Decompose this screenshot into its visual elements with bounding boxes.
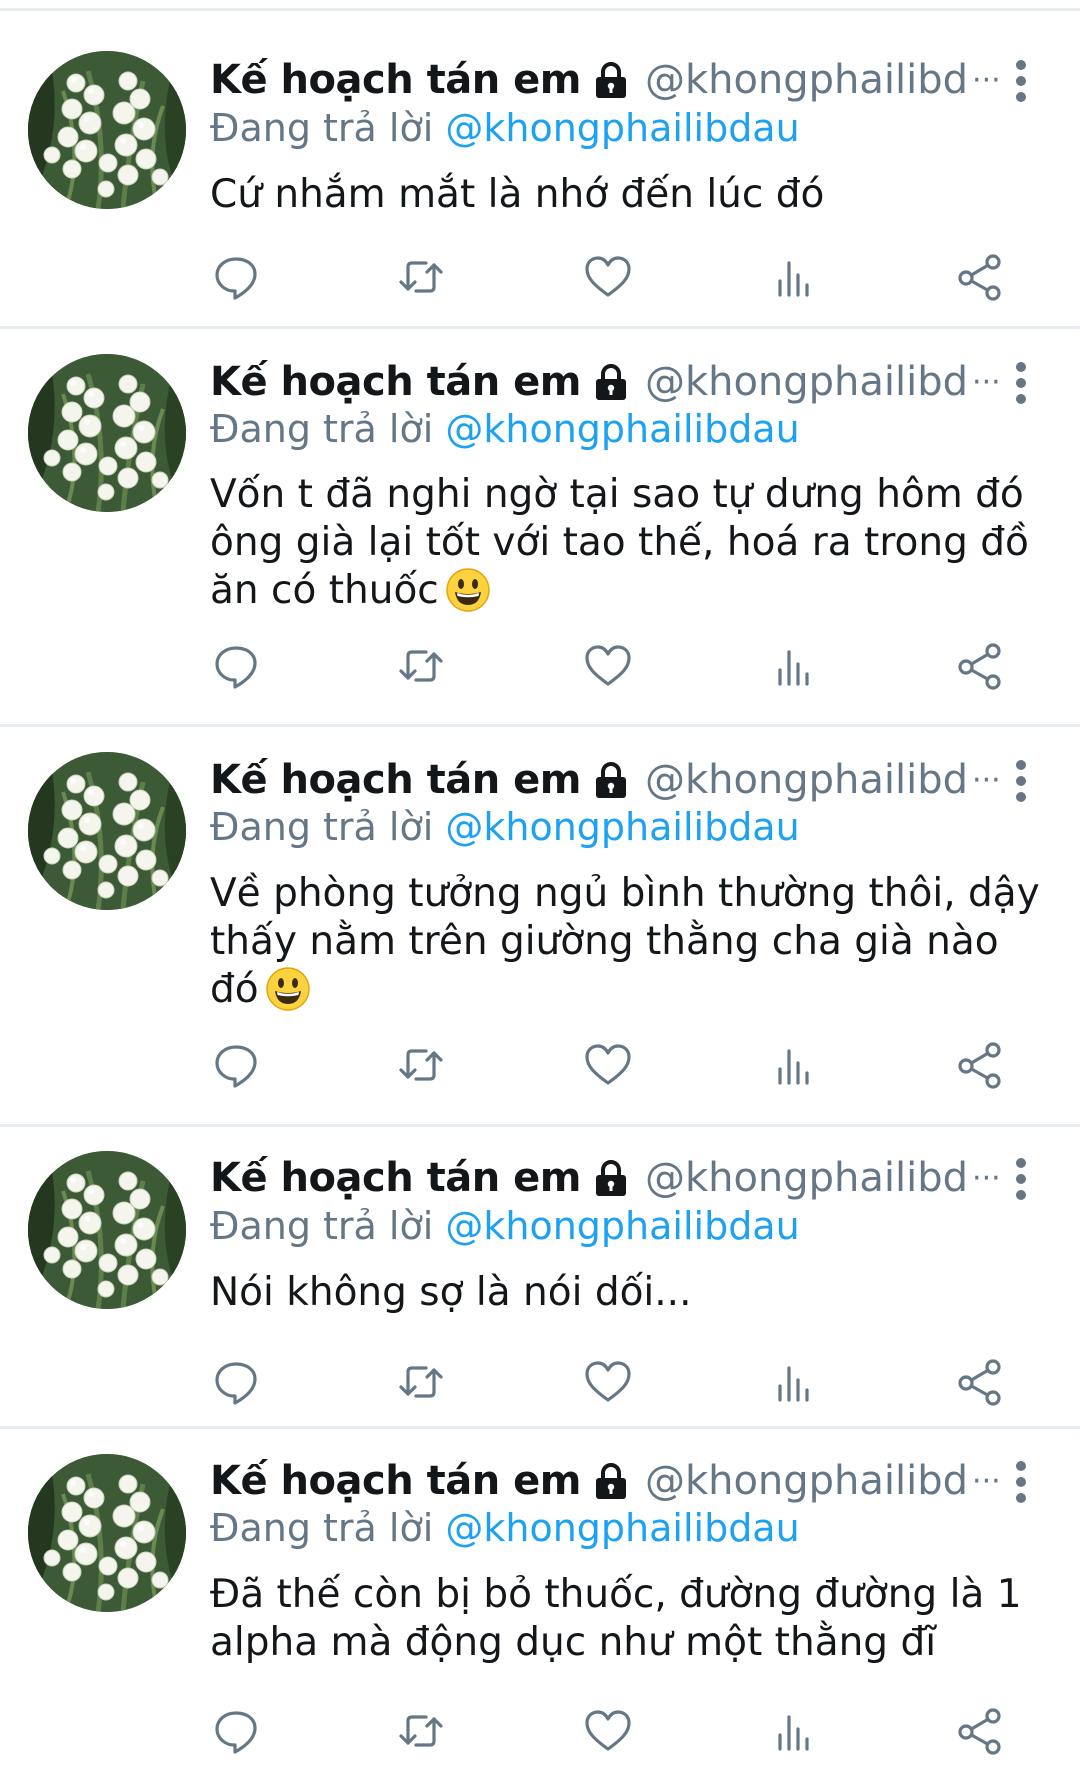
lock-icon — [591, 60, 631, 100]
handle[interactable]: @khongphailibd — [645, 359, 968, 405]
handle-ellipsis: ··· — [972, 762, 1001, 798]
analytics-icon[interactable] — [768, 640, 820, 692]
replying-prefix: Đang trả lời — [210, 1506, 446, 1550]
reply-icon[interactable] — [210, 1039, 262, 1091]
action-bar — [210, 1356, 1010, 1408]
reply-icon[interactable] — [210, 1705, 262, 1757]
tweet-text-content: Vốn t đã nghi ngờ tại sao tự dưng hôm đó… — [210, 472, 1029, 613]
tweet-text-content: Về phòng tưởng ngủ bình thường thôi, dậy… — [210, 871, 1040, 1012]
replying-prefix: Đang trả lời — [210, 106, 446, 150]
tweet-text-content: Đã thế còn bị bỏ thuốc, đường đường là 1… — [210, 1572, 1022, 1665]
retweet-icon[interactable] — [395, 1356, 447, 1408]
analytics-icon[interactable] — [768, 1705, 820, 1757]
tweet-header: Kế hoạch tán em @khongphailibd ··· — [210, 1153, 1050, 1203]
replying-to-mention[interactable]: @khongphailibdau — [445, 407, 799, 451]
tweet-1[interactable]: Kế hoạch tán em @khongphailibd ··· Đang … — [0, 11, 1080, 329]
heart-icon[interactable] — [582, 251, 634, 303]
tweet-text: Đã thế còn bị bỏ thuốc, đường đường là 1… — [210, 1571, 1040, 1667]
handle-ellipsis: ··· — [972, 364, 1001, 400]
retweet-icon[interactable] — [395, 1705, 447, 1757]
handle-ellipsis: ··· — [972, 1160, 1001, 1196]
tweet-4[interactable]: Kế hoạch tán em @khongphailibd ··· Đang … — [0, 1127, 1080, 1427]
tweet-text-content: Nói không sợ là nói dối... — [210, 1270, 692, 1315]
grinning-face-emoji — [265, 966, 311, 1012]
lock-icon — [591, 1461, 631, 1501]
action-bar — [210, 251, 1010, 303]
avatar[interactable] — [28, 354, 186, 512]
replying-to-mention[interactable]: @khongphailibdau — [445, 106, 799, 150]
replying-to-mention[interactable]: @khongphailibdau — [445, 805, 799, 849]
handle[interactable]: @khongphailibd — [645, 757, 968, 803]
action-bar — [210, 1039, 1010, 1091]
handle[interactable]: @khongphailibd — [645, 57, 968, 103]
more-vertical-icon[interactable] — [1014, 59, 1028, 103]
reply-icon[interactable] — [210, 251, 262, 303]
grinning-face-emoji — [445, 567, 491, 613]
replying-prefix: Đang trả lời — [210, 407, 446, 451]
display-name[interactable]: Kế hoạch tán em — [210, 359, 581, 405]
action-bar — [210, 640, 1010, 692]
display-name[interactable]: Kế hoạch tán em — [210, 57, 581, 103]
replying-prefix: Đang trả lời — [210, 805, 446, 849]
avatar[interactable] — [28, 752, 186, 910]
reply-icon[interactable] — [210, 640, 262, 692]
share-icon[interactable] — [955, 251, 1007, 303]
more-vertical-icon[interactable] — [1014, 759, 1028, 803]
reply-icon[interactable] — [210, 1356, 262, 1408]
handle-ellipsis: ··· — [972, 1463, 1001, 1499]
handle[interactable]: @khongphailibd — [645, 1458, 968, 1504]
tweet-header: Kế hoạch tán em @khongphailibd ··· — [210, 755, 1050, 805]
display-name[interactable]: Kế hoạch tán em — [210, 1155, 581, 1201]
share-icon[interactable] — [955, 1039, 1007, 1091]
more-vertical-icon[interactable] — [1014, 361, 1028, 405]
avatar[interactable] — [28, 1454, 186, 1612]
more-vertical-icon[interactable] — [1014, 1157, 1028, 1201]
analytics-icon[interactable] — [768, 251, 820, 303]
tweet-text: Cứ nhắm mắt là nhớ đến lúc đó — [210, 171, 1040, 219]
heart-icon[interactable] — [582, 1356, 634, 1408]
tweet-text-content: Cứ nhắm mắt là nhớ đến lúc đó — [210, 172, 825, 217]
display-name[interactable]: Kế hoạch tán em — [210, 1458, 581, 1504]
analytics-icon[interactable] — [768, 1356, 820, 1408]
replying-to-mention[interactable]: @khongphailibdau — [445, 1506, 799, 1550]
tweet-header: Kế hoạch tán em @khongphailibd ··· — [210, 55, 1050, 105]
share-icon[interactable] — [955, 1705, 1007, 1757]
action-bar — [210, 1705, 1010, 1757]
analytics-icon[interactable] — [768, 1039, 820, 1091]
tweet-text: Vốn t đã nghi ngờ tại sao tự dưng hôm đó… — [210, 471, 1040, 615]
replying-to-line: Đang trả lời @khongphailibdau — [210, 805, 800, 853]
tweet-2[interactable]: Kế hoạch tán em @khongphailibd ··· Đang … — [0, 329, 1080, 726]
share-icon[interactable] — [955, 640, 1007, 692]
retweet-icon[interactable] — [395, 251, 447, 303]
lock-icon — [591, 1158, 631, 1198]
replying-to-mention[interactable]: @khongphailibdau — [445, 1204, 799, 1248]
tweet-header: Kế hoạch tán em @khongphailibd ··· — [210, 357, 1050, 407]
replying-prefix: Đang trả lời — [210, 1204, 446, 1248]
replying-to-line: Đang trả lời @khongphailibdau — [210, 1506, 800, 1554]
replying-to-line: Đang trả lời @khongphailibdau — [210, 106, 800, 154]
more-vertical-icon[interactable] — [1014, 1460, 1028, 1504]
avatar[interactable] — [28, 1151, 186, 1309]
lock-icon — [591, 760, 631, 800]
replying-to-line: Đang trả lời @khongphailibdau — [210, 407, 800, 455]
lock-icon — [591, 362, 631, 402]
avatar[interactable] — [28, 51, 186, 209]
handle-ellipsis: ··· — [972, 62, 1001, 98]
share-icon[interactable] — [955, 1356, 1007, 1408]
heart-icon[interactable] — [582, 640, 634, 692]
tweet-text: Nói không sợ là nói dối... — [210, 1269, 1040, 1317]
tweet-header: Kế hoạch tán em @khongphailibd ··· — [210, 1456, 1050, 1506]
tweet-text: Về phòng tưởng ngủ bình thường thôi, dậy… — [210, 870, 1040, 1014]
heart-icon[interactable] — [582, 1705, 634, 1757]
replying-to-line: Đang trả lời @khongphailibdau — [210, 1204, 800, 1252]
retweet-icon[interactable] — [395, 1039, 447, 1091]
display-name[interactable]: Kế hoạch tán em — [210, 757, 581, 803]
tweet-5[interactable]: Kế hoạch tán em @khongphailibd ··· Đang … — [0, 1429, 1080, 1779]
retweet-icon[interactable] — [395, 640, 447, 692]
heart-icon[interactable] — [582, 1039, 634, 1091]
handle[interactable]: @khongphailibd — [645, 1155, 968, 1201]
tweet-3[interactable]: Kế hoạch tán em @khongphailibd ··· Đang … — [0, 727, 1080, 1126]
